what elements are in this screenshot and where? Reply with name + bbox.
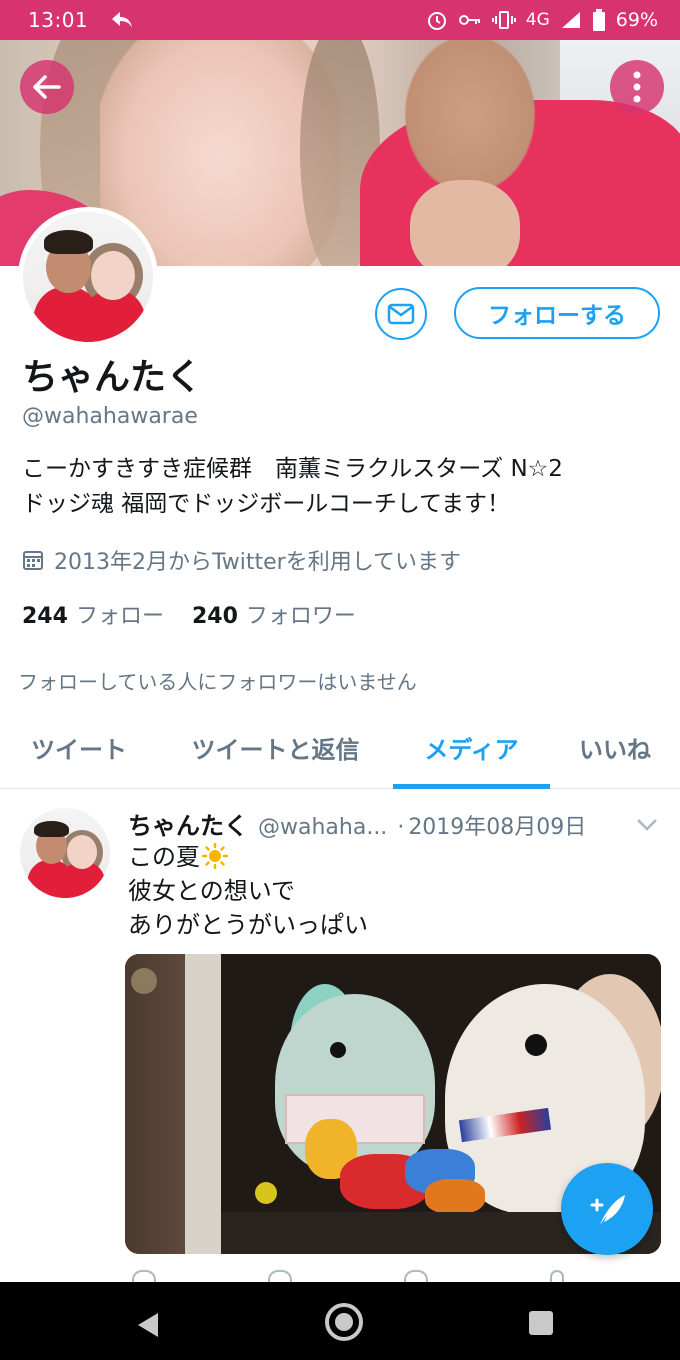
compose-tweet-button[interactable] bbox=[561, 1163, 653, 1255]
followers-label: フォロワー bbox=[245, 604, 356, 629]
following-link[interactable]: 244 フォロー bbox=[22, 598, 164, 630]
envelope-icon bbox=[387, 303, 415, 325]
battery-percent: 69% bbox=[615, 9, 658, 31]
bio-line: ドッジ魂 福岡でドッジボールコーチしてます！ bbox=[22, 491, 511, 517]
tweet-author-handle[interactable]: @wahaha... bbox=[258, 815, 387, 840]
reply-action-icon[interactable] bbox=[132, 1270, 156, 1282]
tweet-line: この夏 bbox=[128, 843, 200, 871]
nav-back-icon[interactable] bbox=[134, 1311, 160, 1339]
profile-handle: @wahahawarae bbox=[22, 404, 198, 429]
home-circle-icon bbox=[335, 1313, 353, 1331]
nav-recents-icon[interactable] bbox=[529, 1311, 553, 1335]
profile-avatar[interactable] bbox=[18, 207, 158, 347]
alarm-icon bbox=[427, 12, 446, 30]
status-bar: 13:01 4G 69% bbox=[0, 0, 680, 40]
message-button[interactable] bbox=[375, 288, 427, 340]
signal-icon bbox=[561, 12, 580, 28]
bio-line: こーかすきすき症候群 南薫ミラクルスターズ N☆2 bbox=[22, 456, 563, 482]
tweet-line: ありがとうがいっぱい bbox=[128, 911, 368, 939]
compose-feather-icon bbox=[590, 1195, 625, 1225]
status-time: 13:01 bbox=[28, 8, 89, 32]
profile-stats: 244 フォロー 240 フォロワー bbox=[22, 598, 356, 630]
calendar-icon bbox=[23, 551, 43, 570]
retweet-action-icon[interactable] bbox=[268, 1270, 292, 1282]
tweet-text: この夏 彼女との想いで ありがとうがいっぱい bbox=[128, 840, 368, 942]
vibrate-icon bbox=[491, 11, 516, 29]
back-button[interactable] bbox=[20, 60, 74, 114]
profile-bio: こーかすきすき症候群 南薫ミラクルスターズ N☆2 ドッジ魂 福岡でドッジボール… bbox=[22, 452, 662, 522]
tab-likes[interactable]: いいね bbox=[550, 712, 680, 789]
tweet-avatar[interactable] bbox=[20, 808, 110, 898]
share-action-icon[interactable] bbox=[550, 1270, 564, 1282]
like-action-icon[interactable] bbox=[404, 1270, 428, 1282]
battery-icon bbox=[592, 9, 605, 31]
reply-icon bbox=[112, 12, 133, 28]
joined-date: 2013年2月からTwitterを利用しています bbox=[22, 544, 461, 576]
tweet-line-1-wrap: この夏 bbox=[128, 840, 368, 874]
followers-count: 240 bbox=[191, 604, 238, 629]
more-vertical-icon bbox=[633, 71, 641, 103]
profile-display-name: ちゃんたく bbox=[22, 357, 203, 398]
tab-media[interactable]: メディア bbox=[393, 712, 550, 789]
network-type: 4G bbox=[525, 10, 550, 30]
tab-tweets-and-replies[interactable]: ツイートと返信 bbox=[158, 712, 393, 789]
status-icons: 4G 69% bbox=[426, 9, 658, 31]
sun-emoji-icon bbox=[202, 843, 228, 869]
joined-text: 2013年2月からTwitterを利用しています bbox=[54, 550, 462, 575]
tweet-separator: · bbox=[397, 815, 405, 840]
tweet-date[interactable]: 2019年08月09日 bbox=[408, 809, 586, 841]
follow-button[interactable]: フォローする bbox=[454, 287, 660, 339]
arrow-left-icon bbox=[33, 75, 61, 99]
key-icon bbox=[458, 15, 480, 25]
tab-indicator bbox=[393, 784, 550, 789]
tweet-line: 彼女との想いで bbox=[128, 877, 296, 905]
tab-tweets[interactable]: ツイート bbox=[0, 712, 158, 789]
profile-tabs: ツイート ツイートと返信 メディア いいね bbox=[0, 712, 680, 789]
tweet-header: ちゃんたく @wahaha... · 2019年08月09日 bbox=[128, 806, 668, 841]
tweet-author-name[interactable]: ちゃんたく bbox=[128, 806, 248, 841]
following-count: 244 bbox=[22, 604, 68, 629]
more-options-button[interactable] bbox=[610, 60, 664, 114]
nav-home-button[interactable] bbox=[325, 1303, 363, 1341]
followers-you-know: フォローしている人にフォロワーはいません bbox=[18, 670, 417, 694]
following-label: フォロー bbox=[75, 604, 164, 629]
chevron-down-icon[interactable] bbox=[636, 818, 658, 832]
followers-link[interactable]: 240 フォロワー bbox=[192, 598, 356, 630]
